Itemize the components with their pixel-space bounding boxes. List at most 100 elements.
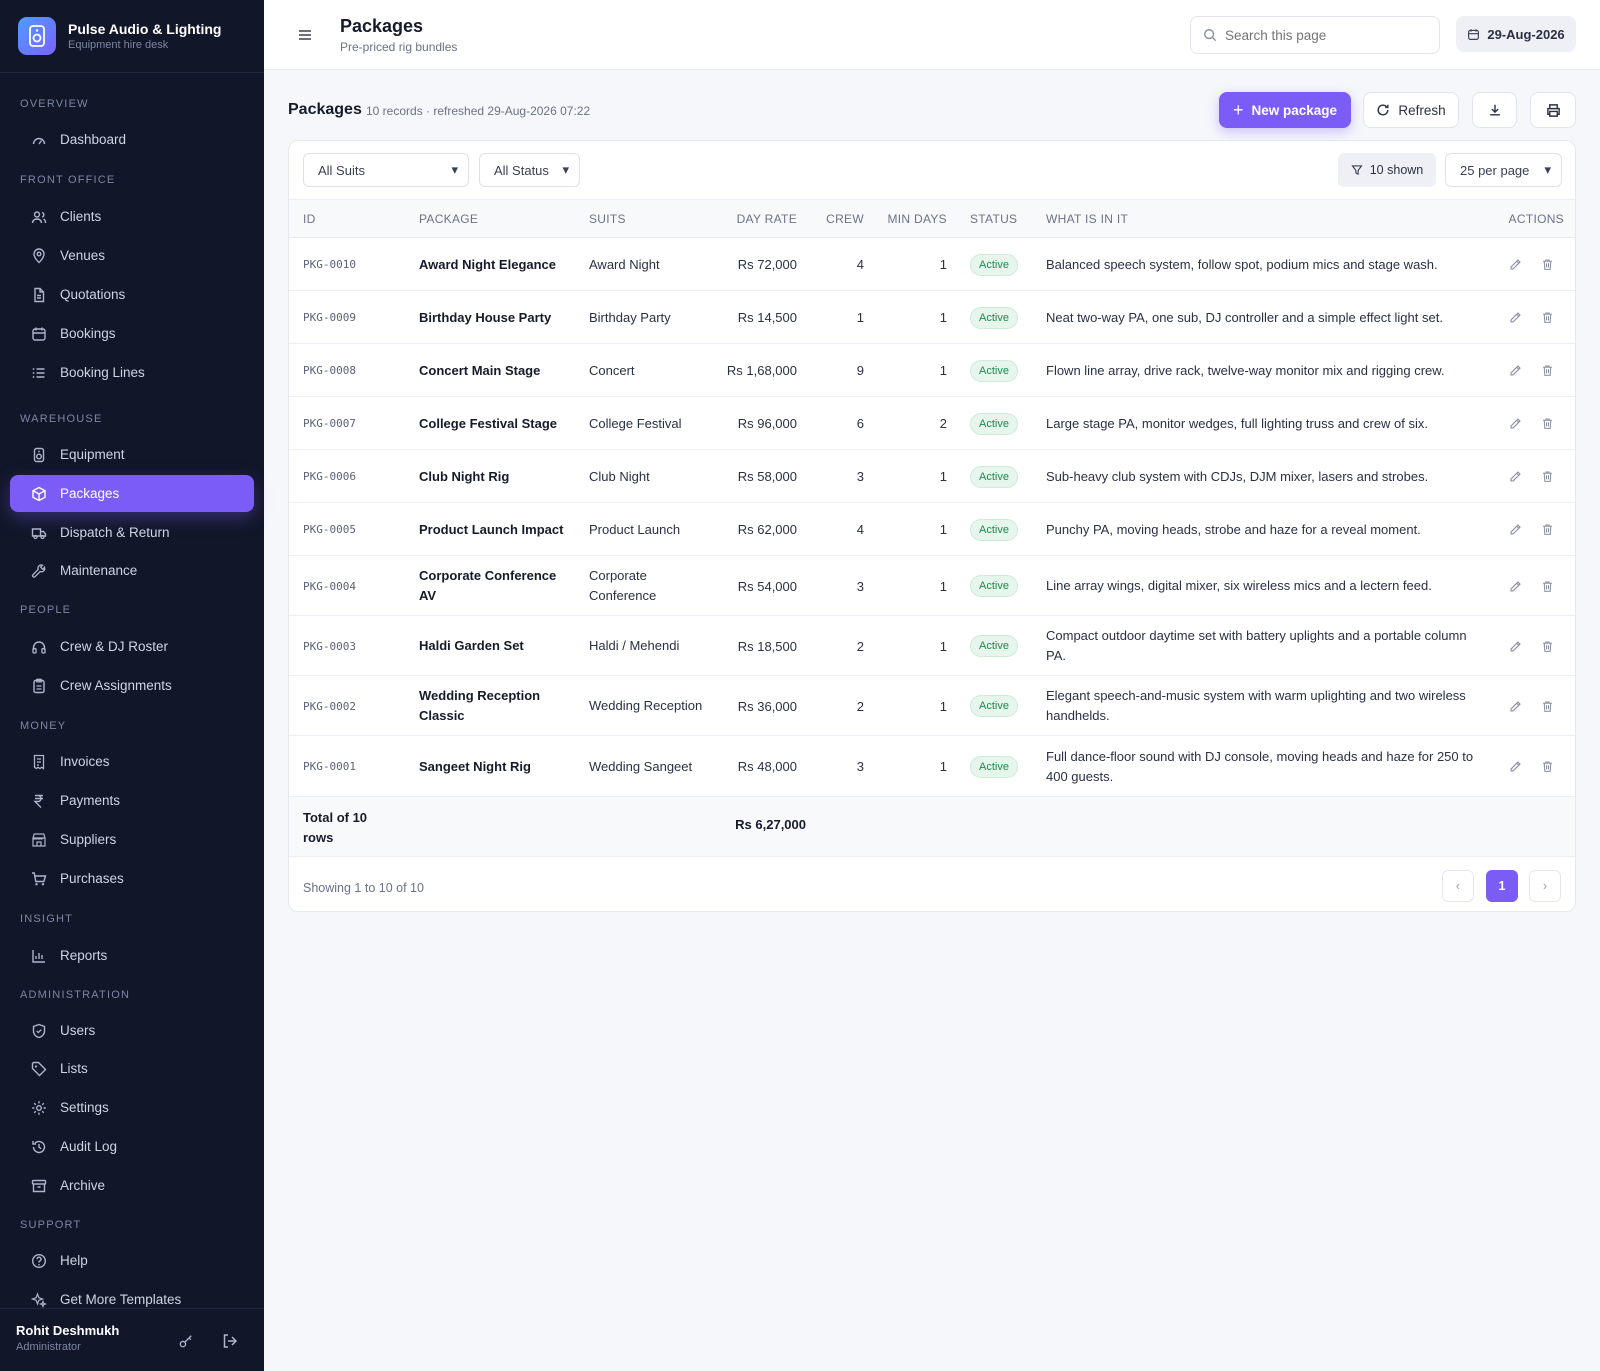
suits-filter-select[interactable]: All Suits ▾ (303, 153, 469, 187)
row-status-cell: Active (970, 503, 1018, 556)
search-box[interactable] (1190, 16, 1440, 54)
sidebar-item-settings[interactable]: Settings (10, 1089, 254, 1126)
row-min-days: 1 (939, 698, 947, 714)
users-icon (30, 208, 48, 226)
edit-icon[interactable] (1507, 638, 1523, 654)
sidebar-item-payments[interactable]: Payments (10, 782, 254, 819)
table-row[interactable]: PKG-0004 Corporate Conference AV Corporate… (289, 556, 1575, 616)
row-package-name[interactable]: Wedding Reception Classic (419, 676, 569, 736)
row-package-name[interactable]: Corporate Conference AV (419, 556, 569, 616)
sidebar-item-archive[interactable]: Archive (10, 1167, 254, 1204)
col-package[interactable]: PACKAGE (419, 212, 478, 226)
delete-icon[interactable] (1539, 578, 1555, 594)
col-status[interactable]: STATUS (970, 212, 1017, 226)
delete-icon[interactable] (1539, 469, 1555, 485)
search-input[interactable] (1225, 27, 1425, 43)
row-suits: Concert (589, 362, 635, 378)
delete-icon[interactable] (1539, 363, 1555, 379)
sidebar-item-dispatch-return[interactable]: Dispatch & Return (10, 514, 254, 551)
table-row[interactable]: PKG-0003 Haldi Garden Set Haldi / Mehendi R… (289, 616, 1575, 676)
key-icon[interactable] (176, 1331, 196, 1351)
row-suits: Wedding Sangeet (589, 758, 693, 774)
row-package-name[interactable]: Haldi Garden Set (419, 616, 569, 676)
sidebar-item-purchases[interactable]: Purchases (10, 860, 254, 897)
row-package-name[interactable]: Award Night Elegance (419, 238, 569, 291)
logout-icon[interactable] (220, 1331, 240, 1351)
col-what[interactable]: WHAT IS IN IT (1046, 212, 1128, 226)
delete-icon[interactable] (1539, 522, 1555, 538)
sidebar-item-equipment[interactable]: Equipment (10, 436, 254, 473)
col-suits[interactable]: SUITS (589, 212, 626, 226)
delete-icon[interactable] (1539, 310, 1555, 326)
col-id[interactable]: ID (303, 212, 316, 226)
delete-icon[interactable] (1539, 416, 1555, 432)
edit-icon[interactable] (1507, 363, 1523, 379)
date-chip[interactable]: 29-Aug-2026 (1456, 16, 1576, 52)
row-day-rate: Rs 1,68,000 (726, 363, 797, 378)
row-package-name[interactable]: Concert Main Stage (419, 344, 569, 397)
sidebar-item-bookings[interactable]: Bookings (10, 315, 254, 352)
table-row[interactable]: PKG-0007 College Festival Stage College Fe… (289, 397, 1575, 450)
download-button[interactable] (1472, 92, 1517, 128)
page-1-button[interactable]: 1 (1486, 870, 1518, 902)
sidebar-item-invoices[interactable]: Invoices (10, 743, 254, 780)
list-icon (30, 364, 48, 382)
sidebar-item-crew-dj-roster[interactable]: Crew & DJ Roster (10, 628, 254, 665)
sidebar-item-audit-log[interactable]: Audit Log (10, 1128, 254, 1165)
delete-icon[interactable] (1539, 257, 1555, 273)
delete-icon[interactable] (1539, 698, 1555, 714)
row-package-name[interactable]: Club Night Rig (419, 450, 569, 503)
table-row[interactable]: PKG-0005 Product Launch Impact Product Lau… (289, 503, 1575, 556)
sidebar-item-clients[interactable]: Clients (10, 198, 254, 235)
row-min-days: 1 (939, 310, 947, 325)
print-button[interactable] (1530, 92, 1576, 128)
edit-icon[interactable] (1507, 759, 1523, 775)
edit-icon[interactable] (1507, 416, 1523, 432)
sidebar-item-packages[interactable]: Packages (10, 475, 254, 512)
sidebar-item-lists[interactable]: Lists (10, 1050, 254, 1087)
sidebar-item-suppliers[interactable]: Suppliers (10, 821, 254, 858)
table-row[interactable]: PKG-0008 Concert Main Stage Concert Rs 1,68… (289, 344, 1575, 397)
col-crew[interactable]: CREW (826, 212, 864, 226)
sidebar-item-crew-assignments[interactable]: Crew Assignments (10, 667, 254, 704)
sidebar-item-quotations[interactable]: Quotations (10, 276, 254, 313)
per-page-select[interactable]: 25 per page ▾ (1445, 153, 1562, 187)
sidebar-item-reports[interactable]: Reports (10, 937, 254, 974)
row-package-name[interactable]: College Festival Stage (419, 397, 569, 450)
row-package-name[interactable]: Birthday House Party (419, 291, 569, 344)
row-package-name[interactable]: Product Launch Impact (419, 503, 569, 556)
sidebar-item-users[interactable]: Users (10, 1012, 254, 1049)
status-badge: Active (970, 635, 1018, 657)
new-package-button[interactable]: + New package (1219, 92, 1351, 128)
sidebar-item-booking-lines[interactable]: Booking Lines (10, 354, 254, 391)
table-row[interactable]: PKG-0001 Sangeet Night Rig Wedding Sangeet… (289, 736, 1575, 797)
table-row[interactable]: PKG-0006 Club Night Rig Club Night Rs 58,00… (289, 450, 1575, 503)
sidebar-item-dashboard[interactable]: Dashboard (10, 121, 254, 158)
row-day-rate: Rs 62,000 (737, 522, 797, 537)
sidebar-item-venues[interactable]: Venues (10, 237, 254, 274)
col-min-days[interactable]: MIN DAYS (887, 212, 947, 226)
sidebar-section-label: MONEY (20, 720, 67, 732)
table-row[interactable]: PKG-0010 Award Night Elegance Award Night R… (289, 238, 1575, 291)
next-page-button[interactable]: › (1529, 870, 1561, 902)
edit-icon[interactable] (1507, 698, 1523, 714)
row-package-name[interactable]: Sangeet Night Rig (419, 736, 569, 797)
delete-icon[interactable] (1539, 759, 1555, 775)
status-filter-select[interactable]: All Status ▾ (479, 153, 580, 187)
delete-icon[interactable] (1539, 638, 1555, 654)
edit-icon[interactable] (1507, 522, 1523, 538)
edit-icon[interactable] (1507, 469, 1523, 485)
edit-icon[interactable] (1507, 310, 1523, 326)
menu-toggle-icon[interactable] (296, 26, 314, 44)
sidebar-section-label: OVERVIEW (20, 98, 89, 110)
filter-icon (1351, 165, 1363, 176)
prev-page-button[interactable]: ‹ (1442, 870, 1474, 902)
edit-icon[interactable] (1507, 257, 1523, 273)
sidebar-item-maintenance[interactable]: Maintenance (10, 552, 254, 589)
refresh-button[interactable]: Refresh (1363, 92, 1459, 128)
edit-icon[interactable] (1507, 578, 1523, 594)
sidebar-item-help[interactable]: Help (10, 1242, 254, 1279)
table-row[interactable]: PKG-0002 Wedding Reception Classic Wedding… (289, 676, 1575, 736)
col-day-rate[interactable]: DAY RATE (737, 212, 797, 226)
table-row[interactable]: PKG-0009 Birthday House Party Birthday Par… (289, 291, 1575, 344)
